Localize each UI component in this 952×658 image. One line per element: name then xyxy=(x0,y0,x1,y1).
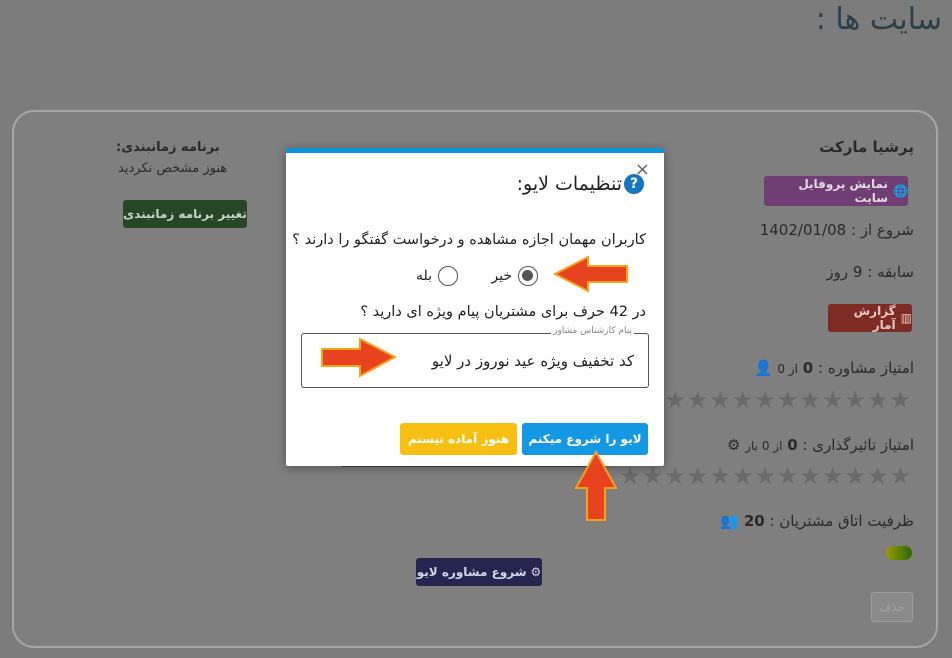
arrow-right-message xyxy=(321,337,398,378)
arrow-left-radio xyxy=(552,255,628,293)
annotation-arrows xyxy=(321,255,628,521)
arrow-up-button xyxy=(574,449,618,521)
